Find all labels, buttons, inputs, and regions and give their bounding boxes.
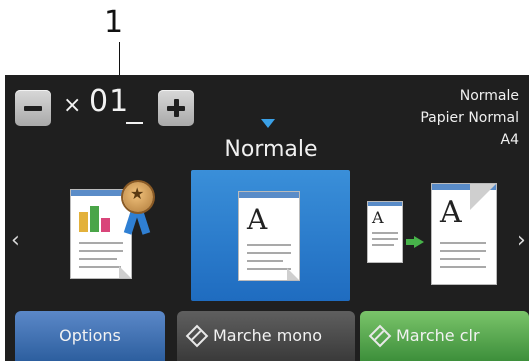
increase-copies-button[interactable]: [158, 90, 194, 126]
touchscreen: × 01 Normale Papier Normal A4 Normale ‹ …: [5, 75, 529, 361]
decrease-copies-button[interactable]: [15, 90, 51, 126]
paper-type-setting: Papier Normal: [420, 110, 519, 126]
document-icon: A: [239, 192, 299, 280]
quality-setting: Normale: [459, 88, 519, 104]
current-settings: Normale Papier Normal A4: [420, 85, 519, 151]
small-document-icon: A: [368, 202, 402, 262]
scroll-left-icon[interactable]: ‹: [11, 230, 20, 252]
start-icon: [368, 324, 392, 348]
color-start-button[interactable]: Marche clr: [360, 311, 529, 361]
document-icon: [71, 190, 131, 278]
paper-size-setting: A4: [500, 132, 519, 148]
selection-indicator-icon: [261, 119, 275, 128]
options-button[interactable]: Options: [15, 311, 165, 361]
large-document-icon: A: [432, 184, 496, 284]
award-icon: ★: [123, 182, 153, 212]
copy-count-cursor: [126, 122, 143, 124]
mono-start-button[interactable]: Marche mono: [177, 311, 355, 361]
copy-count[interactable]: 01: [89, 87, 129, 117]
preset-normal[interactable]: A: [191, 170, 350, 301]
callout-number: 1: [104, 5, 124, 40]
arrow-right-icon: [414, 236, 424, 248]
preset-two-sided[interactable]: A A: [360, 170, 510, 301]
mode-title: Normale: [224, 137, 318, 162]
copy-multiplier: ×: [63, 93, 82, 118]
scroll-right-icon[interactable]: ›: [517, 230, 526, 252]
minus-icon: [24, 106, 42, 111]
preset-best-quality[interactable]: ★: [35, 170, 185, 301]
start-icon: [185, 324, 209, 348]
